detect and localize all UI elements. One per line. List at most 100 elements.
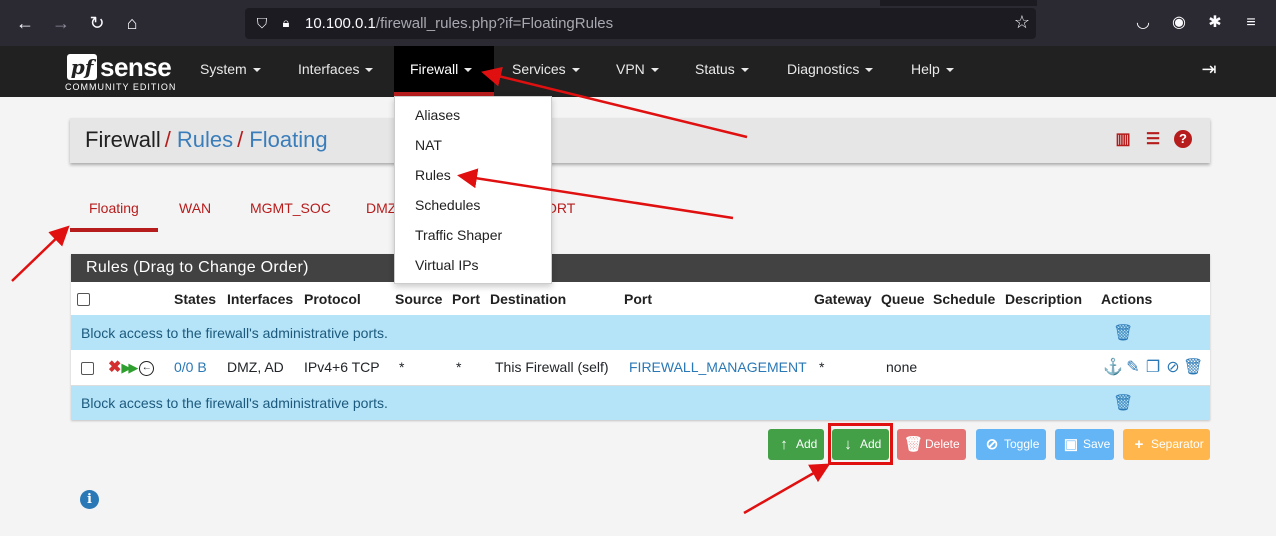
url-bar[interactable]: ⛉ 🔒︎ 10.100.0.1/firewall_rules.php?if=Fl…: [245, 8, 1036, 39]
states-link[interactable]: 0/0 B: [174, 359, 207, 375]
col-states[interactable]: States: [174, 282, 227, 315]
extensions-icon[interactable]: ✱: [1204, 12, 1226, 34]
delete-button[interactable]: 🗑︎ Delete: [897, 429, 966, 460]
trash-icon[interactable]: 🗑︎: [1183, 357, 1203, 377]
tab-wan[interactable]: WAN: [160, 188, 230, 232]
menu-item-virtual-ips[interactable]: Virtual IPs: [415, 257, 479, 273]
caret-down-icon: [740, 68, 749, 73]
logout-icon[interactable]: ⇥: [1198, 58, 1220, 80]
breadcrumb-rules[interactable]: Rules: [177, 127, 233, 152]
cell-interfaces: DMZ, AD: [227, 359, 284, 376]
chart-icon[interactable]: ▥: [1114, 130, 1132, 150]
col-dest-port[interactable]: Port: [624, 282, 814, 315]
trash-icon: 🗑︎: [904, 436, 924, 453]
help-icon[interactable]: ?: [1174, 130, 1192, 148]
col-source-port[interactable]: Port: [452, 282, 490, 315]
cell-source-port: *: [456, 359, 462, 376]
disable-icon[interactable]: ⊘: [1163, 357, 1183, 377]
cell-protocol: IPv4+6 TCP: [304, 359, 380, 376]
arrow-to-add-button: [743, 463, 831, 515]
arrow-to-floating-tab: [11, 225, 70, 282]
list-icon[interactable]: ☰: [1144, 130, 1162, 150]
cell-queue: none: [886, 359, 918, 376]
col-gateway[interactable]: Gateway: [814, 282, 881, 315]
info-icon[interactable]: i: [80, 490, 99, 509]
breadcrumb-floating[interactable]: Floating: [249, 127, 327, 152]
menu-system[interactable]: System: [184, 46, 277, 92]
bookmark-star-icon[interactable]: ☆: [1014, 12, 1030, 33]
pfsense-logo[interactable]: pf sense COMMUNITY EDITION: [65, 51, 175, 93]
add-rule-top-button[interactable]: ↑ Add: [768, 429, 824, 460]
account-icon[interactable]: ◉: [1168, 12, 1190, 34]
menu-status[interactable]: Status: [679, 46, 765, 92]
url-text[interactable]: 10.100.0.1/firewall_rules.php?if=Floatin…: [305, 15, 613, 32]
col-queue[interactable]: Queue: [881, 282, 933, 315]
shield-icon[interactable]: ⛉: [253, 14, 271, 32]
browser-toolbar: ← → ↻ ⌂ ⛉ 🔒︎ 10.100.0.1/firewall_rules.p…: [0, 0, 1276, 46]
separator-text: Block access to the firewall's administr…: [81, 324, 388, 341]
save-icon: ▣: [1063, 436, 1079, 453]
annotation-highlight-box: [828, 423, 893, 465]
cell-schedule: [933, 350, 1005, 385]
arrow-up-icon: ↑: [780, 436, 788, 453]
separator-text: Block access to the firewall's administr…: [81, 394, 388, 411]
anchor-icon[interactable]: ⚓: [1103, 357, 1123, 377]
separator-button[interactable]: + Separator: [1123, 429, 1210, 460]
caret-down-icon: [650, 68, 659, 73]
dest-port-alias-link[interactable]: FIREWALL_MANAGEMENT: [629, 359, 807, 375]
caret-down-icon: [464, 68, 473, 73]
table-row[interactable]: ✖▶▶ ← 0/0 B DMZ, AD IPv4+6 TCP * * This …: [71, 350, 1210, 385]
save-button[interactable]: ▣ Save: [1055, 429, 1114, 460]
back-icon[interactable]: ←: [14, 12, 36, 34]
menu-icon[interactable]: ≡: [1240, 12, 1262, 34]
col-protocol[interactable]: Protocol: [304, 282, 395, 315]
menu-item-nat[interactable]: NAT: [415, 137, 442, 153]
menu-services[interactable]: Services: [496, 46, 596, 92]
select-all-checkbox[interactable]: [77, 293, 90, 307]
rules-panel-title: Rules (Drag to Change Order): [71, 254, 1210, 282]
firewall-dropdown-menu: Aliases NAT Rules Schedules Traffic Shap…: [394, 96, 552, 284]
row-checkbox[interactable]: [81, 362, 94, 376]
separator-row[interactable]: Block access to the firewall's administr…: [71, 315, 1210, 350]
col-destination[interactable]: Destination: [490, 282, 624, 315]
menu-item-traffic-shaper[interactable]: Traffic Shaper: [415, 227, 502, 243]
reload-icon[interactable]: ↻: [86, 12, 108, 34]
trash-icon[interactable]: 🗑︎: [1113, 323, 1133, 343]
caret-down-icon: [945, 68, 954, 73]
separator-row[interactable]: Block access to the firewall's administr…: [71, 385, 1210, 420]
menu-item-rules[interactable]: Rules: [415, 167, 451, 183]
menu-item-aliases[interactable]: Aliases: [415, 107, 460, 123]
menu-firewall[interactable]: Firewall: [394, 46, 494, 96]
col-source[interactable]: Source: [395, 282, 452, 315]
menu-vpn[interactable]: VPN: [600, 46, 675, 92]
table-header-row: States Interfaces Protocol Source Port D…: [71, 282, 1210, 315]
caret-down-icon: [252, 68, 261, 73]
quick-rule-icon: ▶▶: [121, 360, 138, 376]
cell-source: *: [399, 359, 405, 376]
menu-interfaces[interactable]: Interfaces: [282, 46, 389, 92]
caret-down-icon: [365, 68, 374, 73]
col-interfaces[interactable]: Interfaces: [227, 282, 304, 315]
tab-mgmt-soc[interactable]: MGMT_SOC: [231, 188, 350, 232]
breadcrumb: Firewall / Rules / Floating: [85, 127, 328, 152]
menu-item-schedules[interactable]: Schedules: [415, 197, 480, 213]
pocket-icon[interactable]: ◡: [1132, 12, 1154, 34]
col-description[interactable]: Description: [1005, 282, 1091, 315]
caret-down-icon: [865, 68, 874, 73]
col-schedule[interactable]: Schedule: [933, 282, 1005, 315]
tab-floating[interactable]: Floating: [70, 188, 158, 232]
cell-gateway: *: [819, 359, 825, 376]
toggle-button[interactable]: ⊘ Toggle: [976, 429, 1046, 460]
insecure-lock-icon[interactable]: 🔒︎: [277, 14, 295, 32]
forward-icon[interactable]: →: [50, 12, 72, 34]
menu-help[interactable]: Help: [895, 46, 970, 92]
trash-icon[interactable]: 🗑︎: [1113, 393, 1133, 413]
rules-table: States Interfaces Protocol Source Port D…: [71, 282, 1210, 420]
cell-destination: This Firewall (self): [495, 359, 609, 376]
caret-down-icon: [571, 68, 580, 73]
menu-diagnostics[interactable]: Diagnostics: [771, 46, 889, 92]
block-x-icon: ✖: [108, 359, 122, 377]
copy-icon[interactable]: ❐: [1143, 357, 1163, 377]
edit-pencil-icon[interactable]: ✎: [1123, 357, 1143, 377]
home-icon[interactable]: ⌂: [121, 12, 143, 34]
